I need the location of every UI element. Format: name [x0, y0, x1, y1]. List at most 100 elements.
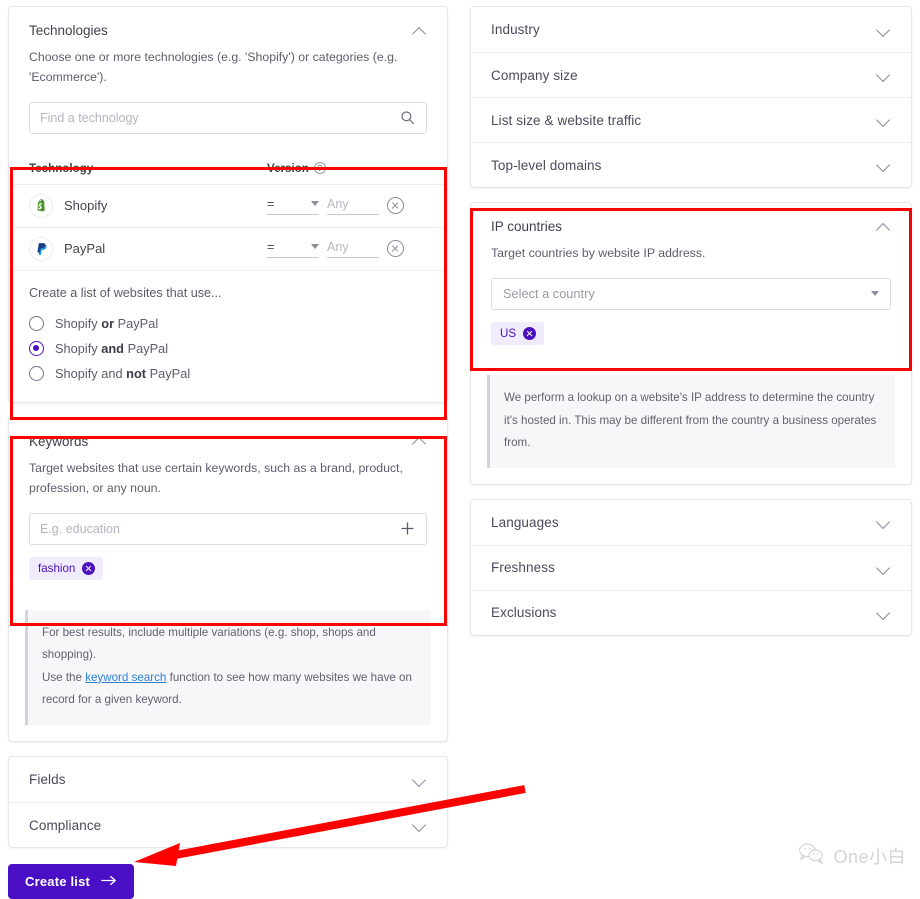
technology-table: Technology Version ? Shopify = Any PayPa…: [9, 152, 447, 271]
column-header-version-label: Version: [267, 161, 309, 175]
chevron-down-icon[interactable]: [413, 818, 427, 832]
chevron-down-icon[interactable]: [877, 23, 891, 37]
sidebar-item-top-level-domains[interactable]: Top-level domains: [471, 142, 911, 187]
technology-search-placeholder: Find a technology: [40, 110, 139, 125]
remove-circle-icon[interactable]: [387, 197, 404, 215]
keywords-card: Keywords Target websites that use certai…: [8, 416, 448, 742]
sidebar-item-industry[interactable]: Industry: [471, 7, 911, 52]
technologies-title: Technologies: [29, 23, 108, 38]
country-select-placeholder: Select a country: [503, 286, 595, 302]
submit-area: Create list: [8, 864, 448, 899]
ip-countries-body: Target countries by website IP address. …: [471, 244, 911, 361]
technology-name-cell: Shopify: [29, 193, 267, 218]
radio-option-and[interactable]: Shopify and PayPal: [29, 336, 427, 361]
section-label: Exclusions: [491, 605, 557, 621]
technology-search-input[interactable]: Find a technology: [29, 101, 427, 134]
keywords-description: Target websites that use certain keyword…: [29, 460, 403, 495]
chevron-up-icon[interactable]: [413, 434, 427, 448]
caret-down-icon: [871, 291, 879, 297]
sidebar-item-compliance[interactable]: Compliance: [9, 802, 447, 847]
keywords-title: Keywords: [29, 433, 89, 449]
version-value-input[interactable]: Any: [327, 197, 379, 215]
sidebar-item-company-size[interactable]: Company size: [471, 52, 911, 97]
radio-mark: [29, 315, 44, 331]
section-label: List size & website traffic: [491, 112, 642, 128]
ip-countries-note: We perform a lookup on a website's IP ad…: [487, 374, 895, 468]
chevron-up-icon[interactable]: [877, 220, 891, 234]
sidebar-item-fields[interactable]: Fields: [9, 757, 447, 802]
version-operator-value: =: [267, 196, 275, 211]
chip-remove-icon[interactable]: [523, 326, 537, 340]
chevron-down-icon[interactable]: [877, 68, 891, 82]
radio-option-and-not[interactable]: Shopify and not PayPal: [29, 361, 427, 386]
radio-mark: [29, 365, 44, 381]
ip-countries-note-text: We perform a lookup on a website's IP ad…: [504, 390, 877, 450]
country-select[interactable]: Select a country: [491, 277, 891, 310]
chevron-up-icon[interactable]: [413, 24, 427, 38]
keywords-body: Target websites that use certain keyword…: [9, 459, 447, 596]
right-top-sections-card: Industry Company size List size & websit…: [470, 6, 912, 188]
radio-option-or[interactable]: Shopify or PayPal: [29, 311, 427, 336]
filter-builder-page: Technologies Choose one or more technolo…: [0, 0, 920, 899]
column-header-version: Version ?: [267, 162, 427, 175]
wechat-icon: [798, 842, 824, 869]
table-row: Shopify = Any: [9, 185, 447, 228]
country-chip[interactable]: US: [491, 321, 545, 345]
create-list-button[interactable]: Create list: [8, 864, 135, 899]
keywords-header[interactable]: Keywords: [9, 418, 447, 457]
keyword-input-placeholder: E.g. education: [40, 521, 120, 536]
technologies-body: Choose one or more technologies (e.g. 'S…: [9, 48, 447, 150]
section-label: Industry: [491, 22, 540, 37]
technology-name-cell: PayPal: [29, 236, 267, 261]
section-label: Company size: [491, 67, 578, 83]
chip-remove-icon[interactable]: [82, 561, 96, 575]
version-operator-select[interactable]: =: [267, 197, 319, 215]
technologies-header[interactable]: Technologies: [9, 7, 447, 46]
chevron-down-icon[interactable]: [877, 515, 891, 529]
watermark: One小白: [798, 842, 906, 869]
watermark-text: One小白: [833, 846, 906, 867]
right-bottom-sections-card: Languages Freshness Exclusions: [470, 498, 912, 636]
chevron-down-icon[interactable]: [877, 606, 891, 620]
left-collapsed-sections-card: Fields Compliance: [8, 756, 448, 848]
remove-circle-icon[interactable]: [387, 240, 404, 258]
version-operator-select[interactable]: =: [267, 240, 319, 258]
chevron-down-icon[interactable]: [877, 158, 891, 172]
technologies-description: Choose one or more technologies (e.g. 'S…: [29, 50, 398, 84]
chevron-down-icon[interactable]: [877, 113, 891, 127]
sidebar-item-freshness[interactable]: Freshness: [471, 544, 911, 590]
plus-icon[interactable]: [398, 520, 416, 538]
search-icon[interactable]: [398, 109, 416, 127]
sidebar-item-exclusions[interactable]: Exclusions: [471, 589, 911, 635]
technology-label: Shopify: [64, 198, 108, 214]
keyword-search-link[interactable]: keyword search: [85, 671, 166, 684]
caret-down-icon: [311, 244, 319, 250]
chevron-down-icon[interactable]: [413, 773, 427, 787]
sidebar-item-list-size-traffic[interactable]: List size & website traffic: [471, 97, 911, 142]
radio-label: Shopify and PayPal: [55, 340, 169, 356]
logic-intro: Create a list of websites that use...: [29, 285, 222, 300]
chevron-down-icon[interactable]: [877, 561, 891, 575]
shopify-logo-icon: [29, 193, 53, 218]
left-column: Technologies Choose one or more technolo…: [8, 6, 448, 899]
technology-label: PayPal: [64, 241, 106, 257]
version-cell: = Any: [267, 197, 427, 215]
version-operator-value: =: [267, 239, 275, 254]
technologies-card: Technologies Choose one or more technolo…: [8, 6, 448, 403]
sidebar-item-languages[interactable]: Languages: [471, 500, 911, 545]
section-label: Compliance: [29, 817, 102, 833]
section-label: Top-level domains: [491, 157, 602, 173]
column-header-technology: Technology: [29, 161, 94, 175]
chip-label: US: [500, 326, 517, 340]
section-label: Freshness: [491, 560, 555, 576]
technology-table-header: Technology Version ?: [9, 152, 447, 185]
keyword-chip[interactable]: fashion: [29, 556, 104, 580]
ip-countries-card: IP countries Target countries by website…: [470, 202, 912, 485]
logic-radio-group: Shopify or PayPal Shopify and PayPal Sho…: [9, 311, 447, 402]
question-circle-icon[interactable]: ?: [313, 162, 326, 175]
keyword-input[interactable]: E.g. education: [29, 512, 427, 545]
ip-countries-header[interactable]: IP countries: [471, 203, 911, 242]
version-value-input[interactable]: Any: [327, 240, 379, 258]
radio-mark: [29, 340, 44, 356]
country-chip-list: US: [491, 321, 891, 345]
